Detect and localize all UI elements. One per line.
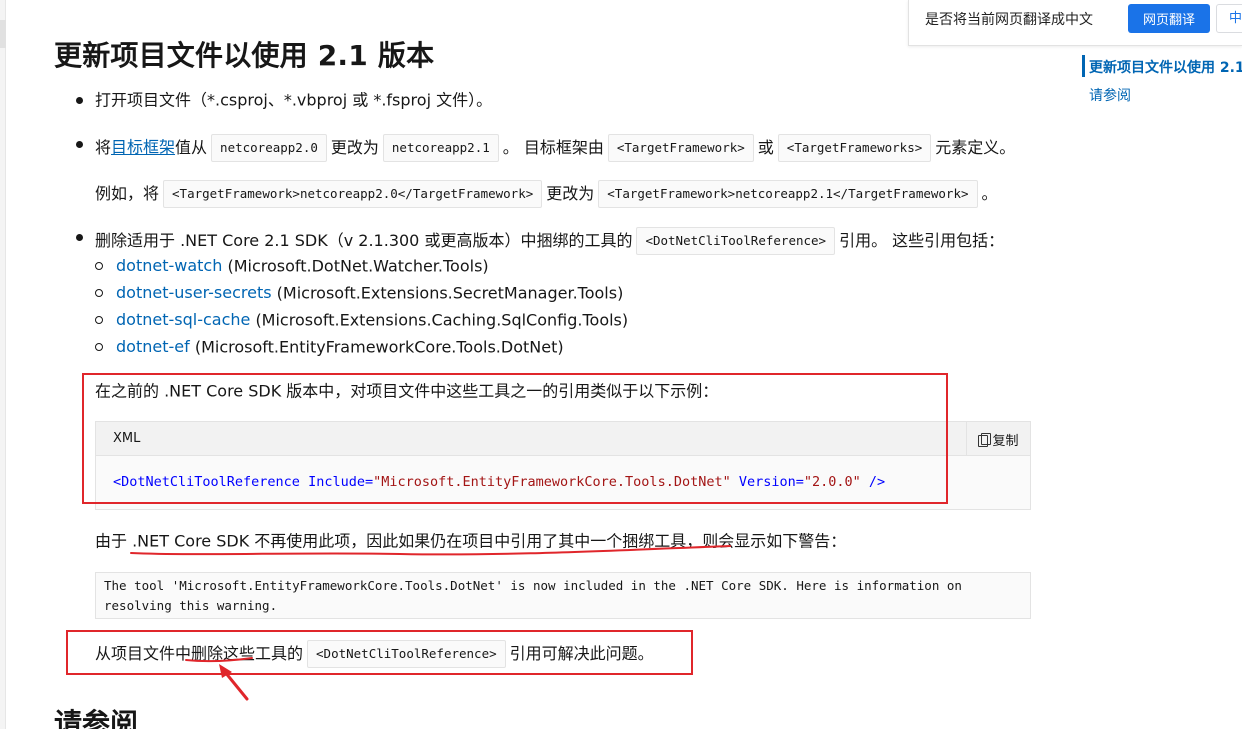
- tool-list-item: dotnet-sql-cache (Microsoft.Extensions.C…: [116, 310, 628, 331]
- text-segment: 值从: [175, 138, 208, 157]
- tool-list-item: dotnet-watch (Microsoft.DotNet.Watcher.T…: [116, 256, 489, 277]
- text-segment: 例如，将: [95, 184, 160, 203]
- target-framework-link[interactable]: 目标框架: [111, 138, 175, 157]
- toc-item-see-also[interactable]: 请参阅: [1089, 85, 1131, 105]
- inline-code: <DotNetCliToolReference>: [636, 227, 836, 255]
- bullet: [76, 141, 83, 148]
- copy-label: 复制: [992, 433, 1019, 449]
- tool-package: (Microsoft.Extensions.SecretManager.Tool…: [276, 283, 624, 303]
- text-segment: 。 目标框架由: [502, 138, 604, 157]
- inline-code: <TargetFramework>: [607, 134, 754, 162]
- left-gutter-tab[interactable]: [0, 20, 6, 48]
- text-segment: 删除适用于 .NET Core 2.1 SDK（v 2.1.300 或更高版本）…: [95, 231, 633, 250]
- tool-link-dotnet-ef[interactable]: dotnet-ef: [116, 337, 190, 356]
- tool-list-item: dotnet-user-secrets (Microsoft.Extension…: [116, 283, 623, 304]
- inline-code: netcoreapp2.0: [211, 134, 327, 162]
- inline-code: <TargetFramework>netcoreapp2.0</TargetFr…: [163, 180, 543, 208]
- copy-button[interactable]: 复制: [966, 422, 1030, 456]
- warning-line: The tool 'Microsoft.EntityFrameworkCore.…: [104, 578, 962, 593]
- toc-item-update-project[interactable]: 更新项目文件以使用 2.1: [1089, 57, 1242, 77]
- bullet: [76, 234, 83, 241]
- tool-package: (Microsoft.DotNet.Watcher.Tools): [227, 256, 489, 276]
- text-segment: 。: [981, 184, 998, 203]
- sub-bullet: [95, 343, 103, 351]
- example-line: 例如，将 <TargetFramework>netcoreapp2.0</Targ…: [95, 180, 998, 208]
- annotation-box-example: [82, 373, 948, 504]
- tool-package: (Microsoft.Extensions.Caching.SqlConfig.…: [255, 310, 629, 330]
- text-segment: 元素定义。: [935, 138, 1016, 157]
- bullet: [76, 97, 83, 104]
- inline-code: <TargetFrameworks>: [777, 134, 932, 162]
- sub-bullet: [95, 289, 103, 297]
- tool-package: (Microsoft.EntityFrameworkCore.Tools.Dot…: [194, 337, 564, 357]
- inline-code: <TargetFramework>netcoreapp2.1</TargetFr…: [598, 180, 978, 208]
- arrow-icon: [223, 670, 249, 701]
- warning-line: resolving this warning.: [104, 598, 278, 613]
- see-also-heading: 请参阅: [54, 707, 139, 729]
- list-item-change-framework: 将目标框架值从 netcoreapp2.0 更改为 netcoreapp2.1。 目标…: [95, 134, 1015, 162]
- translate-language-button[interactable]: 中: [1216, 4, 1242, 33]
- copy-icon: [978, 432, 992, 447]
- translate-prompt: 是否将当前网页翻译成中文 网页翻译 中: [908, 0, 1242, 46]
- tool-link-dotnet-watch[interactable]: dotnet-watch: [116, 256, 222, 275]
- sub-bullet: [95, 262, 103, 270]
- tool-link-dotnet-user-secrets[interactable]: dotnet-user-secrets: [116, 283, 272, 302]
- warning-output-block: The tool 'Microsoft.EntityFrameworkCore.…: [95, 572, 1031, 619]
- translate-page-button[interactable]: 网页翻译: [1128, 4, 1210, 33]
- tool-list-item: dotnet-ef (Microsoft.EntityFrameworkCore…: [116, 337, 564, 358]
- paragraph-text: 由于 .NET Core SDK 不再使用此项，因此如果仍在项目中引用了其中一个…: [95, 531, 847, 551]
- text-segment: 更改为: [330, 138, 379, 157]
- text-segment: 或: [757, 138, 774, 157]
- text-segment: 更改为: [546, 184, 595, 203]
- toc-active-indicator: [1082, 55, 1085, 77]
- list-item-remove-tools: 删除适用于 .NET Core 2.1 SDK（v 2.1.300 或更高版本）…: [95, 227, 1004, 255]
- translate-question: 是否将当前网页翻译成中文: [925, 12, 1093, 28]
- text-segment: 将: [95, 138, 112, 157]
- left-gutter: [0, 0, 6, 729]
- list-item-text: 打开项目文件（*.csproj、*.vbproj 或 *.fsproj 文件）。: [95, 90, 493, 110]
- warning-intro: 由于 .NET Core SDK 不再使用此项，因此如果仍在项目中引用了其中一个…: [95, 531, 846, 552]
- annotation-box-fix: [66, 630, 693, 675]
- sub-bullet: [95, 316, 103, 324]
- tool-link-dotnet-sql-cache[interactable]: dotnet-sql-cache: [116, 310, 250, 329]
- page-title: 更新项目文件以使用 2.1 版本: [54, 39, 435, 72]
- list-item-open-project: 打开项目文件（*.csproj、*.vbproj 或 *.fsproj 文件）。: [95, 90, 492, 111]
- inline-code: netcoreapp2.1: [382, 134, 499, 162]
- text-segment: 引用。 这些引用包括：: [839, 231, 1005, 250]
